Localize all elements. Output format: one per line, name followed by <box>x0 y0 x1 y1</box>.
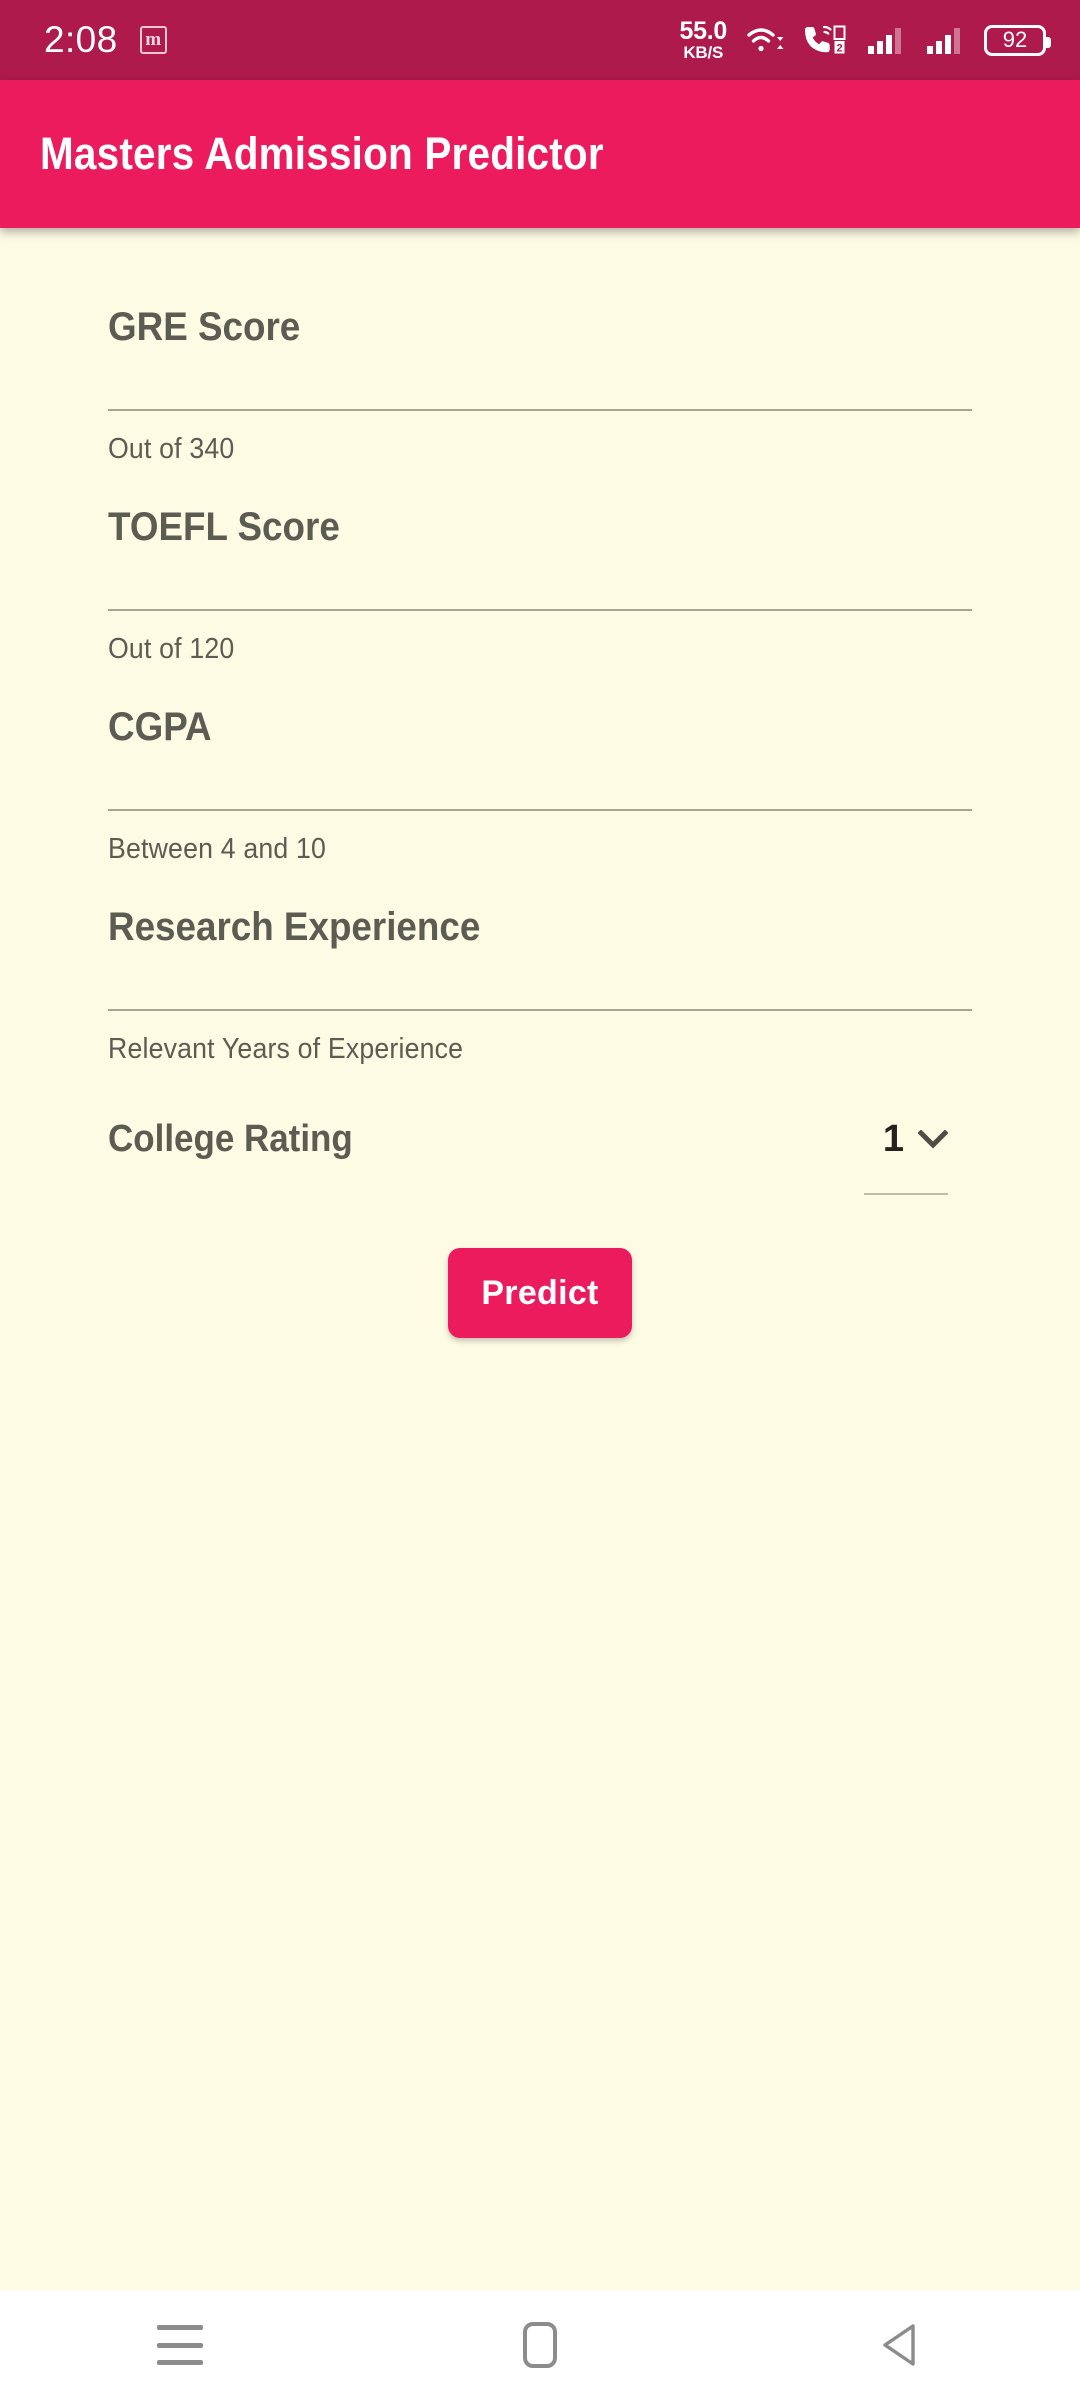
status-bar: 2:08 m 55.0 KB/S 2 92 <box>0 0 1080 80</box>
signal-bars-sim2-icon <box>927 28 960 54</box>
field-cgpa[interactable]: CGPA Between 4 and 10 <box>108 698 972 898</box>
network-speed-indicator: 55.0 KB/S <box>679 17 728 62</box>
form-content: GRE Score Out of 340 TOEFL Score Out of … <box>0 228 1080 2290</box>
nav-home-button[interactable] <box>480 2290 600 2400</box>
volte-call-icon: 2 <box>805 25 846 55</box>
phone-screen: 2:08 m 55.0 KB/S 2 92 Masters Admission … <box>0 0 1080 2400</box>
toefl-score-input[interactable]: TOEFL Score <box>108 498 903 556</box>
field-gre-score[interactable]: GRE Score Out of 340 <box>108 298 972 498</box>
status-bar-right: 55.0 KB/S 2 92 <box>679 17 1051 62</box>
svg-text:2: 2 <box>836 43 842 55</box>
android-nav-bar <box>0 2290 1080 2400</box>
signal-bars-sim1-icon <box>868 28 901 54</box>
college-rating-label: College Rating <box>108 1118 353 1160</box>
network-speed-unit: KB/S <box>683 43 724 62</box>
back-icon <box>883 2324 915 2366</box>
gre-score-input[interactable]: GRE Score <box>108 298 903 356</box>
research-experience-input[interactable]: Research Experience <box>108 898 903 956</box>
nav-back-button[interactable] <box>840 2290 960 2400</box>
college-rating-underline <box>864 1193 948 1195</box>
status-clock: 2:08 <box>44 19 118 60</box>
predict-button[interactable]: Predict <box>448 1248 632 1338</box>
nav-recents-button[interactable] <box>120 2290 240 2400</box>
app-notification-icon: m <box>139 26 167 54</box>
college-rating-value: 1 <box>882 1117 904 1160</box>
college-rating-select-inner[interactable]: 1 <box>860 1110 948 1168</box>
battery-level: 92 <box>1002 27 1028 52</box>
recents-menu-icon <box>157 2325 203 2365</box>
gre-score-helper: Out of 340 <box>108 433 235 465</box>
page-title: Masters Admission Predictor <box>40 128 604 179</box>
wifi-icon <box>747 28 784 52</box>
home-icon <box>523 2322 557 2368</box>
college-rating-select[interactable]: 1 <box>860 1110 948 1195</box>
app-bar: Masters Admission Predictor <box>0 80 1080 228</box>
field-toefl-score[interactable]: TOEFL Score Out of 120 <box>108 498 972 698</box>
cgpa-input[interactable]: CGPA <box>108 698 903 756</box>
status-bar-left: 2:08 m <box>44 19 167 61</box>
field-college-rating: College Rating 1 <box>108 1098 972 1195</box>
cgpa-helper: Between 4 and 10 <box>108 833 327 865</box>
predict-button-container: Predict <box>108 1248 972 1338</box>
toefl-score-helper: Out of 120 <box>108 633 235 665</box>
network-speed-value: 55.0 <box>679 17 728 45</box>
battery-icon: 92 <box>984 24 1051 56</box>
field-research-experience[interactable]: Research Experience Relevant Years of Ex… <box>108 898 972 1098</box>
chevron-down-icon[interactable] <box>918 1129 948 1149</box>
research-experience-helper: Relevant Years of Experience <box>108 1033 464 1065</box>
